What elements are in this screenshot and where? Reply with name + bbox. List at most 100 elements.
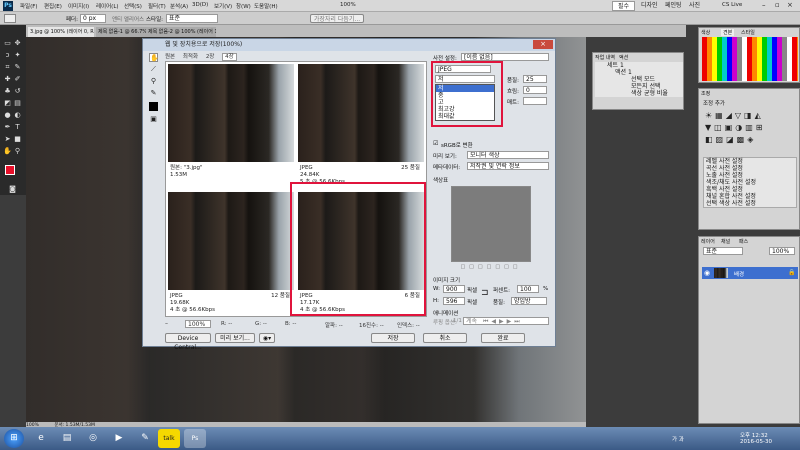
- channels-tab[interactable]: 채널: [721, 238, 730, 245]
- mode-essentials[interactable]: 필수: [612, 1, 636, 11]
- opacity-input[interactable]: 100%: [769, 247, 795, 255]
- menu-file[interactable]: 파일(F): [20, 2, 38, 10]
- start-button-icon[interactable]: ⊞: [4, 429, 24, 448]
- language-indicator[interactable]: 가 과: [672, 435, 684, 443]
- eye-icon[interactable]: ◉: [704, 269, 710, 277]
- menu-layer[interactable]: 레이어(L): [96, 2, 119, 10]
- zoom-out-icon[interactable]: –: [165, 320, 177, 328]
- width-input[interactable]: 900: [443, 285, 465, 293]
- foreground-color-swatch[interactable]: [5, 165, 15, 175]
- close-icon[interactable]: ×: [787, 1, 793, 9]
- action-set[interactable]: 세트 1: [595, 62, 683, 69]
- refine-edge-button[interactable]: 가장자리 다듬기...: [310, 14, 364, 23]
- menu-window[interactable]: 창(W): [236, 2, 251, 10]
- slice-tool-icon[interactable]: ⟋: [149, 65, 158, 74]
- mode-design[interactable]: 디자인: [636, 1, 663, 11]
- preset-select[interactable]: [이름 없음]: [461, 53, 549, 61]
- zoom-tool-icon[interactable]: ⚲: [13, 147, 22, 156]
- paths-tab[interactable]: 패스: [739, 238, 748, 245]
- adjustment-icons-row2[interactable]: ▼◫▣◑▥⊞: [705, 123, 766, 132]
- preset-exposure[interactable]: 노출 사전 설정: [704, 172, 796, 179]
- menu-3d[interactable]: 3D(D): [192, 2, 208, 8]
- browser-icon[interactable]: ◉▾: [259, 333, 275, 343]
- toggle-slices-icon[interactable]: ▣: [149, 115, 158, 124]
- kakaotalk-icon[interactable]: talk: [158, 429, 180, 448]
- tab-4up[interactable]: 4장: [222, 53, 237, 61]
- preset-selective-color[interactable]: 선택 색상 사전 설정: [704, 200, 796, 207]
- explorer-icon[interactable]: ▤: [56, 429, 78, 448]
- layers-tab[interactable]: 레이어: [701, 238, 715, 245]
- marquee-tool-icon[interactable]: [4, 14, 16, 23]
- tab-optimized[interactable]: 최적화: [183, 54, 198, 60]
- clock-time[interactable]: 오후 12:32: [740, 431, 768, 439]
- healing-icon[interactable]: ✚: [3, 75, 12, 84]
- action-step-3[interactable]: 색상 균형 비율: [595, 90, 683, 97]
- photoshop-taskbar-icon[interactable]: Ps: [184, 429, 206, 448]
- layer-row[interactable]: ◉ 배경 🔒: [702, 267, 798, 279]
- wand-icon[interactable]: ✦: [13, 51, 22, 60]
- menu-view[interactable]: 보기(V): [214, 2, 232, 10]
- adjustments-tab[interactable]: 조정: [701, 90, 710, 97]
- percent-input[interactable]: 100: [517, 285, 539, 293]
- cs-live[interactable]: CS Live: [722, 2, 742, 8]
- link-icon[interactable]: ⊐: [481, 288, 489, 298]
- marquee-icon[interactable]: ▭: [3, 39, 12, 48]
- menu-select[interactable]: 선택(S): [124, 2, 142, 10]
- layer-name[interactable]: 배경: [734, 270, 744, 278]
- hand-icon[interactable]: ✋: [3, 147, 12, 156]
- matte-select[interactable]: [523, 97, 547, 105]
- styles-tab[interactable]: 스타일: [741, 29, 755, 36]
- doc-tab-1[interactable]: 3.jpg @ 100% (레이어 0, RGB/8) ×: [28, 27, 94, 37]
- preview-select[interactable]: 모니터 색상: [467, 151, 549, 159]
- cancel-button[interactable]: 취소: [423, 333, 467, 343]
- color-table-toolbar[interactable]: □□□□□□□: [451, 264, 531, 270]
- dialog-close-button[interactable]: ×: [533, 40, 553, 49]
- blend-mode-select[interactable]: 표준: [703, 247, 743, 255]
- action-step-1[interactable]: 선택 모드: [595, 76, 683, 83]
- style-select[interactable]: 표준: [166, 14, 218, 23]
- actions-tab[interactable]: 액션: [619, 54, 628, 61]
- eyedropper-color-swatch[interactable]: [149, 102, 158, 111]
- shape-icon[interactable]: ■: [13, 135, 22, 144]
- menu-help[interactable]: 도움말(H): [254, 2, 278, 10]
- animation-controls[interactable]: ⏮◀▶▶⏭: [483, 318, 523, 326]
- quick-mask-icon[interactable]: ◙: [8, 185, 17, 194]
- menu-analysis[interactable]: 분석(A): [170, 2, 188, 10]
- crop-icon[interactable]: ⌗: [3, 63, 12, 72]
- srgb-checkbox-icon[interactable]: ☑: [433, 140, 438, 147]
- doc-tab-3[interactable]: 제목 없음-2 @ 100% (레이어 1, RGB/8) ×: [146, 27, 216, 37]
- type-icon[interactable]: T: [13, 123, 22, 132]
- restore-icon[interactable]: ▫: [775, 1, 780, 9]
- paint-icon[interactable]: ✎: [134, 429, 156, 448]
- adjustment-icons-row3[interactable]: ◧▨◪▩◈: [705, 135, 756, 144]
- adjustment-icons-row1[interactable]: ☀▦◢▽◨◭: [705, 111, 764, 120]
- preview-button[interactable]: 미리 보기...: [215, 333, 255, 343]
- chrome-icon[interactable]: ◎: [82, 429, 104, 448]
- done-button[interactable]: 완료: [481, 333, 525, 343]
- tab-original[interactable]: 원본: [165, 54, 175, 60]
- device-central-button[interactable]: Device Central...: [165, 333, 211, 351]
- preview-original[interactable]: 원본: "3.jpg" 1.53M: [168, 64, 294, 188]
- action-item[interactable]: 액션 1: [595, 69, 683, 76]
- menu-edit[interactable]: 편집(E): [44, 2, 62, 10]
- blur-icon[interactable]: ●: [3, 111, 12, 120]
- menu-filter[interactable]: 필터(T): [148, 2, 166, 10]
- dodge-icon[interactable]: ◐: [13, 111, 22, 120]
- move-icon[interactable]: ✥: [13, 39, 22, 48]
- clock-date[interactable]: 2016-05-30: [740, 439, 772, 445]
- minimize-icon[interactable]: –: [762, 1, 766, 9]
- path-select-icon[interactable]: ➤: [3, 135, 12, 144]
- preset-levels[interactable]: 레벨 사전 설정: [704, 158, 796, 165]
- preset-hue-sat[interactable]: 색조/채도 사전 설정: [704, 179, 796, 186]
- mode-painting[interactable]: 페인팅: [660, 1, 687, 11]
- media-player-icon[interactable]: ▶: [108, 429, 130, 448]
- tab-2up[interactable]: 2장: [206, 54, 215, 60]
- metadata-select[interactable]: 저작권 및 연락 정보: [467, 162, 549, 170]
- brush-icon[interactable]: ✐: [13, 75, 22, 84]
- action-step-2[interactable]: 모든지 선택: [595, 83, 683, 90]
- stamp-icon[interactable]: ♣: [3, 87, 12, 96]
- resample-select[interactable]: 양입방: [511, 297, 547, 305]
- zoom-tool-icon[interactable]: ⚲: [149, 77, 158, 86]
- quality-input[interactable]: 25: [523, 75, 547, 83]
- preset-curves[interactable]: 곡선 사전 설정: [704, 165, 796, 172]
